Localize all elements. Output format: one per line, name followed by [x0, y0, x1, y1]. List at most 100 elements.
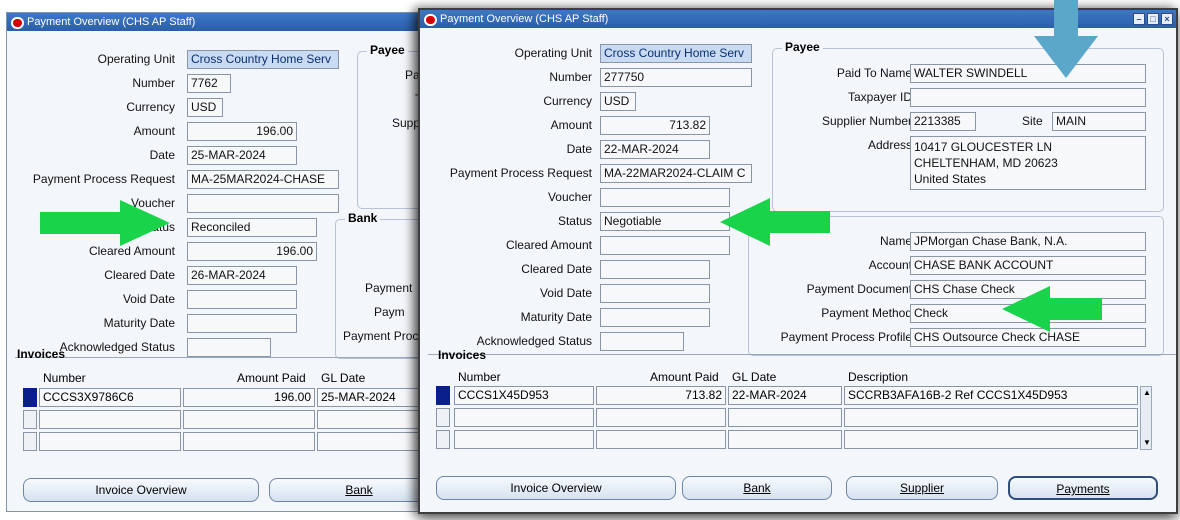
arrow-left-icon — [720, 198, 830, 246]
row-selector[interactable] — [436, 430, 450, 449]
invoice-number-cell[interactable] — [454, 408, 594, 427]
cleared-amount-field[interactable]: 196.00 — [187, 242, 317, 261]
invoice-number-cell[interactable]: CCCS3X9786C6 — [39, 388, 181, 407]
label-maturity-date: Maturity Date — [520, 310, 592, 324]
voucher-field[interactable] — [187, 194, 339, 213]
amount-field[interactable]: 713.82 — [600, 116, 710, 135]
payment-process-request-field[interactable]: MA-25MAR2024-CHASE — [187, 170, 339, 189]
label-amount: Amount — [133, 124, 175, 138]
row-selector[interactable] — [23, 432, 37, 451]
invoices-heading: Invoices — [438, 348, 487, 362]
date-field[interactable]: 22-MAR-2024 — [600, 140, 710, 159]
row-selector[interactable] — [436, 408, 450, 427]
taxpayer-id-field[interactable] — [910, 88, 1146, 107]
maximize-icon[interactable]: □ — [1147, 13, 1159, 25]
account-field[interactable]: CHASE BANK ACCOUNT — [910, 256, 1146, 275]
row-selector[interactable] — [23, 410, 37, 429]
label-bank-name: Name — [879, 234, 912, 248]
minimize-icon[interactable]: – — [1133, 13, 1145, 25]
gl-date-cell[interactable]: 22-MAR-2024 — [728, 386, 842, 405]
scroll-up-icon[interactable]: ▲ — [1143, 389, 1151, 397]
supplier-button-label: Supplier — [899, 481, 945, 495]
voucher-field[interactable] — [600, 188, 730, 207]
label-address: Address — [867, 138, 912, 152]
payee-heading: Payee — [782, 40, 823, 54]
invoice-overview-button[interactable]: Invoice Overview — [23, 478, 259, 502]
amount-paid-cell[interactable] — [183, 432, 315, 451]
date-field[interactable]: 25-MAR-2024 — [187, 146, 297, 165]
row-selector[interactable] — [436, 386, 450, 405]
bank-partial-label: Payment Proc — [343, 329, 419, 343]
gl-date-cell[interactable] — [728, 408, 842, 427]
label-date: Date — [566, 142, 592, 156]
acknowledged-status-field[interactable] — [600, 332, 684, 351]
amount-paid-cell[interactable]: 713.82 — [596, 386, 726, 405]
label-void-date: Void Date — [122, 292, 175, 306]
payments-button[interactable]: Payments — [1008, 476, 1158, 500]
invoice-number-cell[interactable]: CCCS1X45D953 — [454, 386, 594, 405]
label-payment-process-request: Payment Process Request — [449, 166, 592, 180]
payment-process-request-field[interactable]: MA-22MAR2024-CLAIM C — [600, 164, 752, 183]
supplier-button[interactable]: Supplier — [846, 476, 998, 500]
number-field[interactable]: 277750 — [600, 68, 752, 87]
label-acknowledged-status: Acknowledged Status — [476, 334, 592, 348]
description-cell[interactable] — [844, 430, 1138, 449]
currency-field[interactable]: USD — [600, 92, 636, 111]
amount-paid-cell[interactable] — [596, 408, 726, 427]
cleared-date-field[interactable]: 26-MAR-2024 — [187, 266, 297, 285]
amount-paid-cell[interactable] — [596, 430, 726, 449]
void-date-field[interactable] — [600, 284, 710, 303]
bank-button[interactable]: Bank — [682, 476, 832, 500]
invoices-scrollbar[interactable]: ▲ ▼ — [1140, 386, 1152, 450]
label-cleared-date: Cleared Date — [104, 268, 175, 282]
payee-partial-label: Supp — [392, 116, 421, 130]
label-payment-method: Payment Method — [821, 306, 912, 320]
bank-name-field[interactable]: JPMorgan Chase Bank, N.A. — [910, 232, 1146, 251]
invoice-overview-button[interactable]: Invoice Overview — [436, 476, 676, 500]
scroll-down-icon[interactable]: ▼ — [1143, 439, 1151, 447]
gl-date-cell[interactable] — [728, 430, 842, 449]
label-payment-document: Payment Document — [806, 282, 912, 296]
section-divider — [428, 354, 1176, 355]
currency-field[interactable]: USD — [187, 98, 223, 117]
supplier-number-field[interactable]: 2213385 — [910, 112, 976, 131]
maturity-date-field[interactable] — [187, 314, 297, 333]
void-date-field[interactable] — [187, 290, 297, 309]
cleared-amount-field[interactable] — [600, 236, 730, 255]
amount-paid-cell[interactable] — [183, 410, 315, 429]
title-bar: Payment Overview (CHS AP Staff) — [7, 13, 439, 31]
oracle-icon — [424, 14, 437, 26]
window-title: Payment Overview (CHS AP Staff) — [27, 16, 196, 28]
address-field[interactable]: 10417 GLOUCESTER LN CHELTENHAM, MD 20623… — [910, 136, 1146, 190]
maturity-date-field[interactable] — [600, 308, 710, 327]
payment-overview-window-right: Payment Overview (CHS AP Staff) – □ × Op… — [418, 8, 1178, 514]
label-status: Status — [557, 214, 592, 228]
close-icon[interactable]: × — [1161, 13, 1173, 25]
acknowledged-status-field[interactable] — [187, 338, 271, 357]
site-field[interactable]: MAIN — [1052, 112, 1146, 131]
status-field[interactable]: Reconciled — [187, 218, 317, 237]
row-selector[interactable] — [23, 388, 37, 407]
amount-paid-cell[interactable]: 196.00 — [183, 388, 315, 407]
operating-unit-field[interactable]: Cross Country Home Serv — [187, 50, 339, 69]
cleared-date-field[interactable] — [600, 260, 710, 279]
description-cell[interactable] — [844, 408, 1138, 427]
label-taxpayer-id: Taxpayer ID — [847, 90, 912, 104]
invoice-number-cell[interactable] — [454, 430, 594, 449]
invoice-number-cell[interactable] — [39, 410, 181, 429]
status-field[interactable]: Negotiable — [600, 212, 730, 231]
column-header-amount-paid: Amount Paid — [650, 370, 719, 384]
column-header-description: Description — [848, 370, 909, 384]
label-payment-process-profile: Payment Process Profile — [780, 330, 912, 344]
amount-field[interactable]: 196.00 — [187, 122, 297, 141]
label-supplier-number: Supplier Number — [821, 114, 912, 128]
label-cleared-amount: Cleared Amount — [88, 244, 175, 258]
label-operating-unit: Operating Unit — [514, 46, 592, 60]
operating-unit-field[interactable]: Cross Country Home Serv — [600, 44, 752, 63]
number-field[interactable]: 7762 — [187, 74, 231, 93]
label-number: Number — [549, 70, 592, 84]
label-voucher: Voucher — [547, 190, 592, 204]
invoice-number-cell[interactable] — [39, 432, 181, 451]
description-cell[interactable]: SCCRB3AFA16B-2 Ref CCCS1X45D953 — [844, 386, 1138, 405]
paid-to-name-field[interactable]: WALTER SWINDELL — [910, 64, 1146, 83]
